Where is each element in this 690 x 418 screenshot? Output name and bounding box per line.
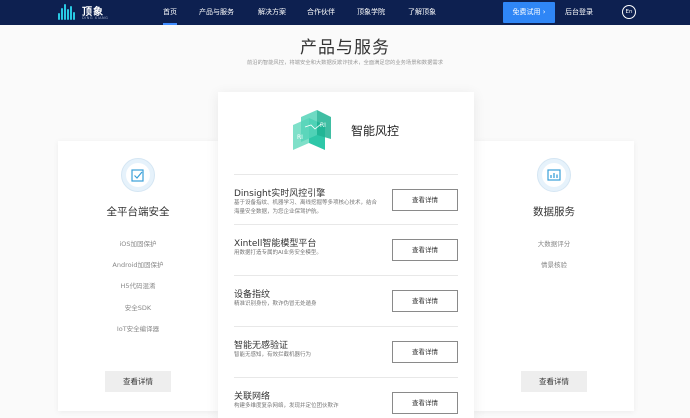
product-row-xintell: Xintell智能模型平台 用数据打造专属的AI业务安全模型。 查看详情	[234, 225, 458, 276]
bar-chart-icon	[537, 158, 571, 192]
section-title: 产品与服务	[300, 38, 390, 58]
backend-login-link[interactable]: 后台登录	[565, 0, 593, 25]
nav-item-products[interactable]: 产品与服务	[199, 0, 234, 25]
list-item[interactable]: H5代码混淆	[58, 280, 218, 301]
nav-item-academy[interactable]: 顶象学院	[357, 0, 385, 25]
language-switch-icon[interactable]: En	[622, 5, 636, 19]
nav-item-partners[interactable]: 合作伙伴	[307, 0, 335, 25]
product-name: 设备指纹	[234, 290, 271, 300]
nav-item-solutions[interactable]: 解决方案	[258, 0, 286, 25]
view-details-button[interactable]: 查看详情	[392, 341, 458, 363]
feature-list: iOS加固保护 Android加固保护 H5代码混淆 安全SDK IoT安全编译…	[58, 238, 218, 344]
product-name: 智能无感验证	[234, 341, 289, 351]
product-card-risk-control: RI RI 智能风控 Dinsight实时风控引擎 基于设备指纹、机器学习、离线…	[218, 92, 474, 418]
product-row-relation-network: 关联网络 构建多维度复杂网络，发现并定位团伙欺诈 查看详情	[234, 378, 458, 418]
free-trial-button[interactable]: 免费试用 ›	[503, 2, 555, 23]
list-item[interactable]: 情景核验	[474, 259, 634, 280]
brand-logo[interactable]: 顶象 DING XIANG	[58, 2, 118, 23]
logo-bars-icon	[58, 4, 78, 20]
product-row-device-fingerprint: 设备指纹 精准识别身份，欺诈伪冒无处遁身 查看详情	[234, 276, 458, 327]
risk-control-logo-icon: RI RI	[287, 105, 335, 157]
nav-item-home[interactable]: 首页	[163, 0, 177, 25]
product-card-data-services: 数据服务 大数据评分 情景核验 查看详情	[474, 141, 634, 411]
product-row-dinsight: Dinsight实时风控引擎 基于设备指纹、机器学习、离线挖掘等多项核心技术，结…	[234, 174, 458, 225]
card-title: 数据服务	[533, 206, 575, 218]
chevron-right-icon: ›	[542, 8, 546, 16]
card-title: 全平台端安全	[106, 206, 170, 218]
free-trial-label: 免费试用	[512, 8, 541, 16]
list-item[interactable]: iOS加固保护	[58, 238, 218, 259]
list-item[interactable]: 安全SDK	[58, 302, 218, 323]
product-card-endpoint-security: 全平台端安全 iOS加固保护 Android加固保护 H5代码混淆 安全SDK …	[58, 141, 218, 411]
view-details-button[interactable]: 查看详情	[392, 290, 458, 312]
product-description: 精准识别身份，欺诈伪冒无处遁身	[234, 301, 317, 307]
product-name: 关联网络	[234, 392, 271, 402]
view-details-button[interactable]: 查看详情	[392, 189, 458, 211]
product-description: 用数据打造专属的AI业务安全模型。	[234, 250, 322, 256]
svg-text:RI: RI	[297, 134, 303, 141]
svg-text:RI: RI	[320, 122, 326, 129]
view-details-button[interactable]: 查看详情	[105, 371, 171, 392]
shield-check-icon	[121, 158, 155, 192]
product-name: Dinsight实时风控引擎	[234, 189, 326, 199]
list-item[interactable]: Android加固保护	[58, 259, 218, 280]
logo-subtext: DING XIANG	[82, 16, 109, 20]
feature-list: 大数据评分 情景核验	[474, 238, 634, 280]
product-description: 智能无感知，有效拦截机器行为	[234, 352, 312, 358]
top-navbar: 顶象 DING XIANG 首页 产品与服务 解决方案 合作伙伴 顶象学院 了解…	[0, 0, 690, 25]
card-title: 智能风控	[351, 124, 400, 138]
product-description: 构建多维度复杂网络，发现并定位团伙欺诈	[234, 403, 339, 409]
view-details-button[interactable]: 查看详情	[392, 239, 458, 261]
section-subtitle: 前沿的智能风控，将端安全和大数据反欺诈技术，全面满足您的业务场景和数据需求	[247, 60, 443, 66]
view-details-button[interactable]: 查看详情	[392, 392, 458, 414]
product-row-smart-captcha: 智能无感验证 智能无感知，有效拦截机器行为 查看详情	[234, 327, 458, 378]
product-name: Xintell智能模型平台	[234, 239, 317, 249]
view-details-button[interactable]: 查看详情	[521, 371, 587, 392]
list-item[interactable]: 大数据评分	[474, 238, 634, 259]
nav-item-about[interactable]: 了解顶象	[408, 0, 436, 25]
list-item[interactable]: IoT安全编译器	[58, 323, 218, 344]
product-description: 基于设备指纹、机器学习、离线挖掘等多项核心技术，结合海量安全数据，为您企业保驾护…	[234, 200, 378, 215]
